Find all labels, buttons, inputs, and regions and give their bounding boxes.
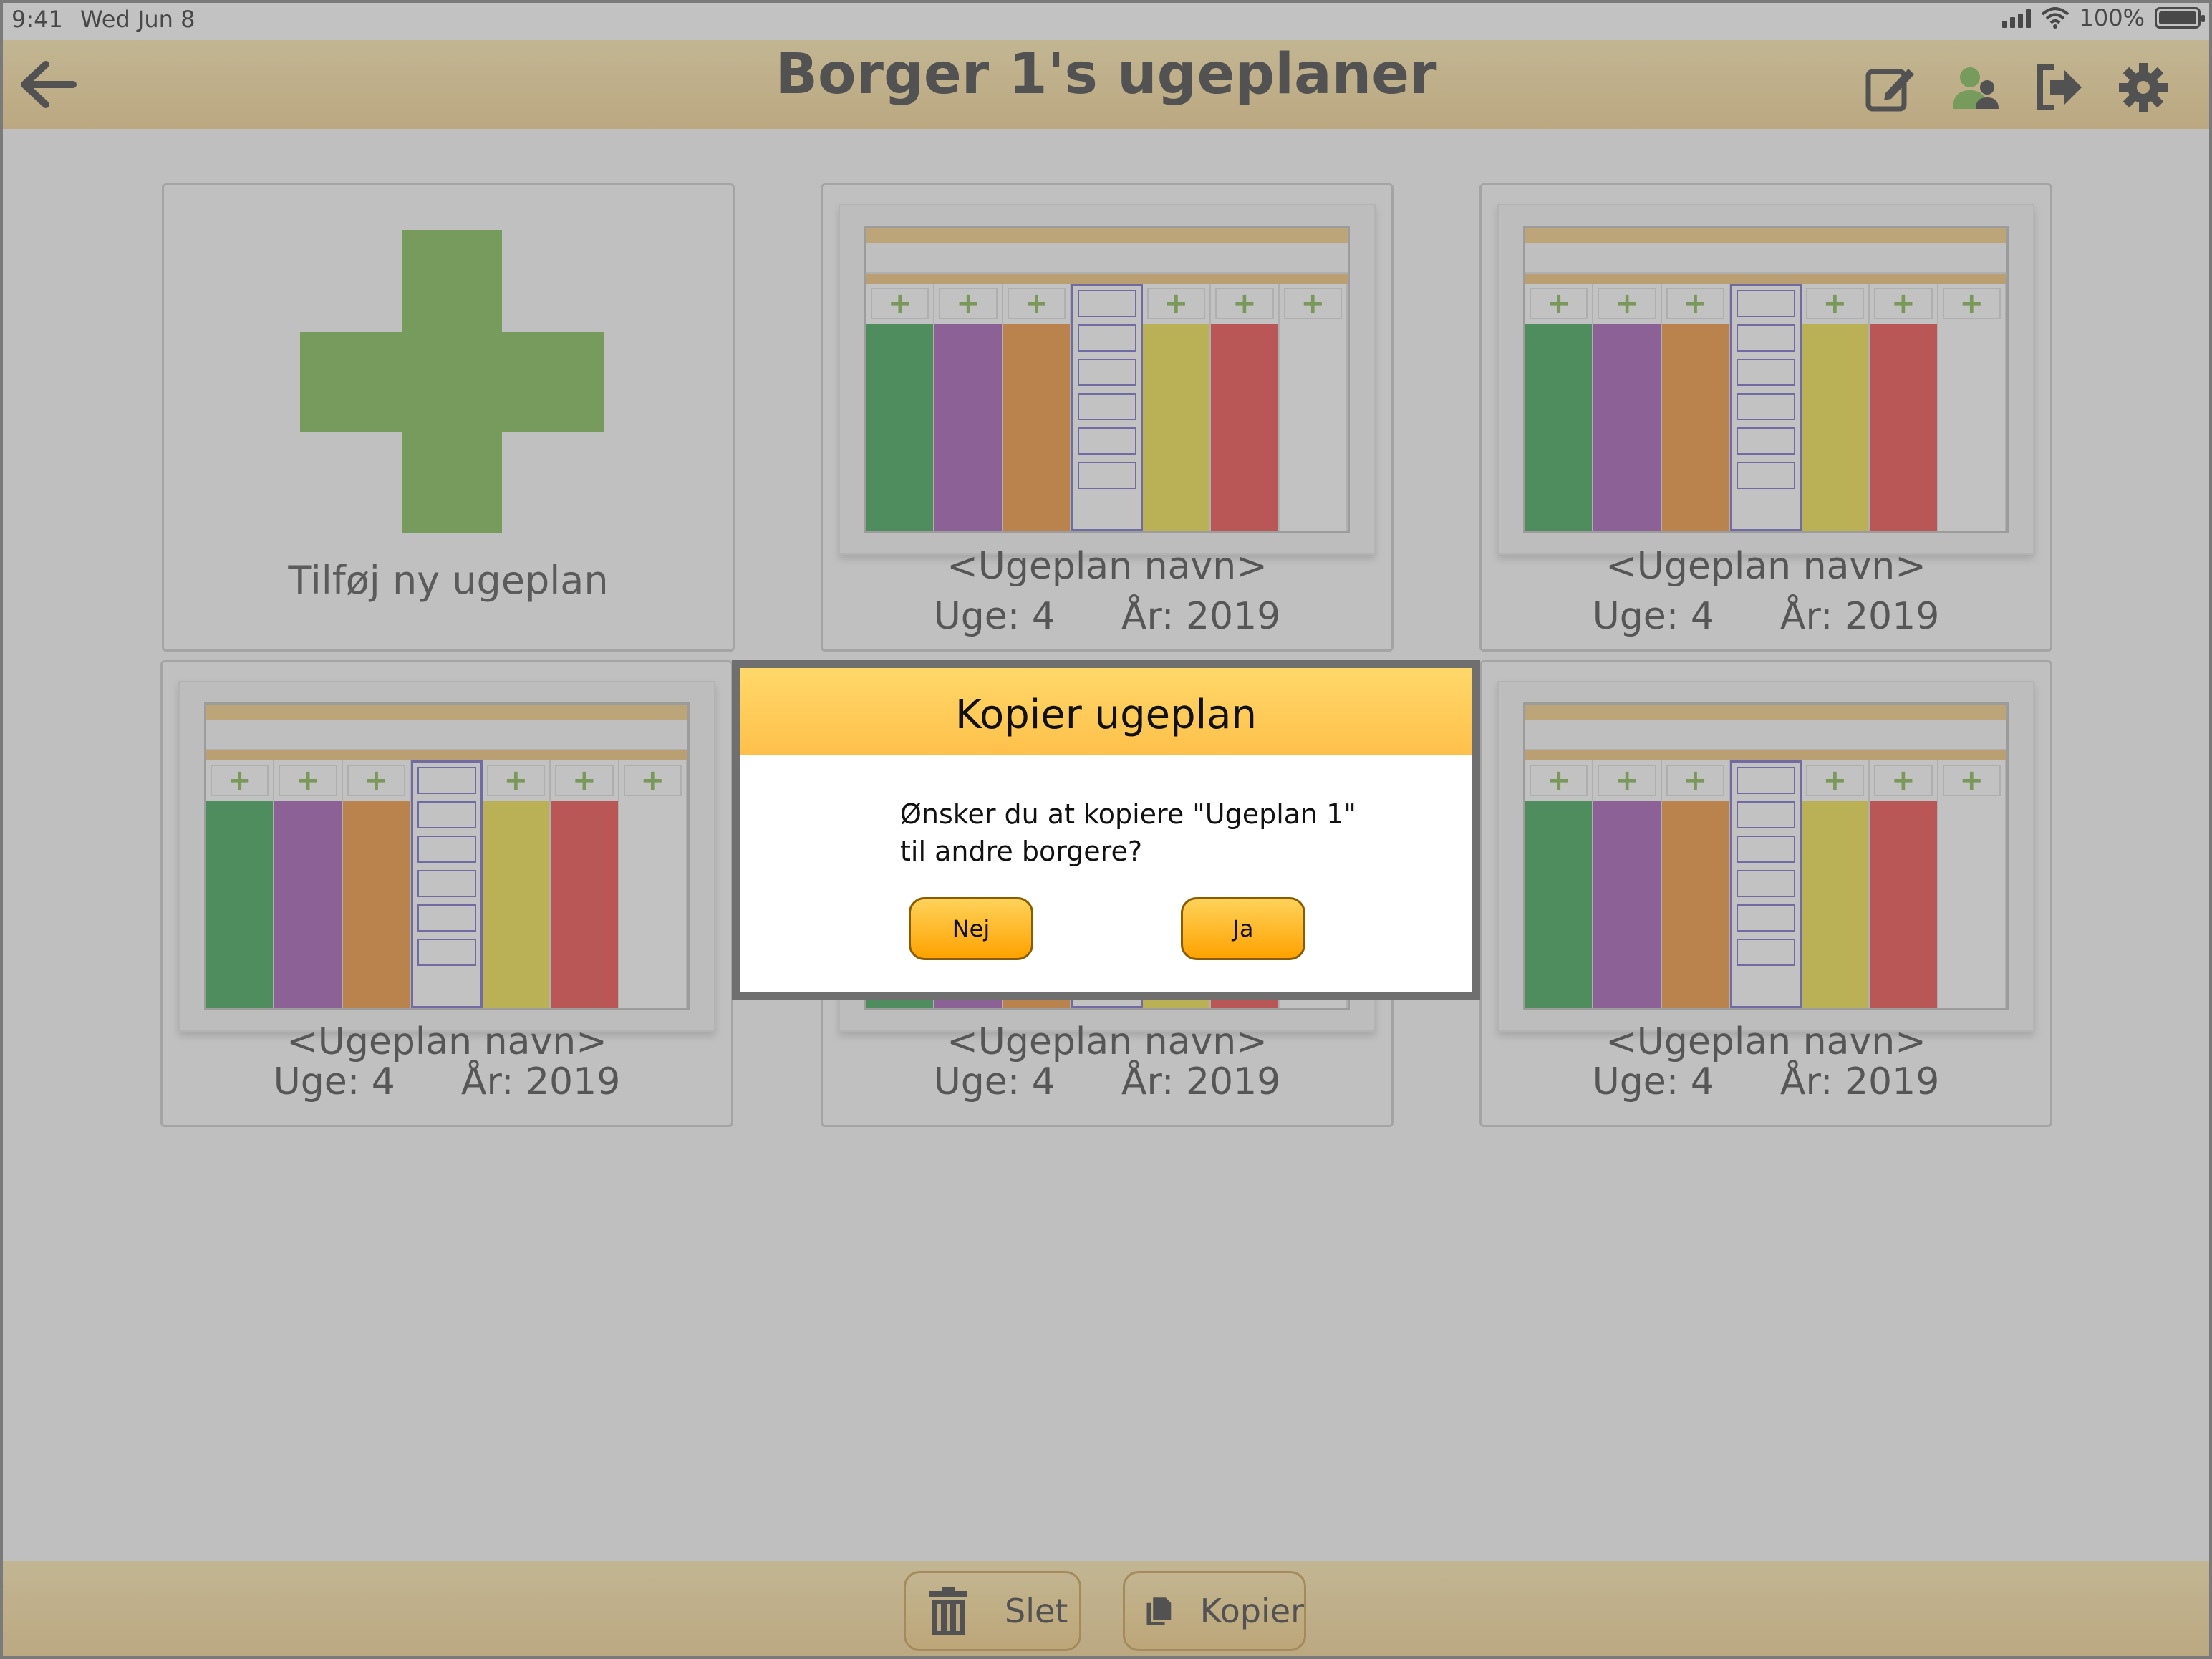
no-button[interactable]: Nej [909, 897, 1033, 960]
dialog-message-line1: Ønsker du at kopiere "Ugeplan 1" [900, 798, 1356, 830]
copy-weekplan-dialog: Kopier ugeplan Ønsker du at kopiere "Uge… [732, 660, 1480, 1000]
dialog-message: Ønsker du at kopiere "Ugeplan 1" til and… [900, 795, 1401, 870]
dialog-title: Kopier ugeplan [740, 668, 1472, 755]
dialog-message-line2: til andre borgere? [900, 836, 1142, 867]
yes-button[interactable]: Ja [1181, 897, 1305, 960]
